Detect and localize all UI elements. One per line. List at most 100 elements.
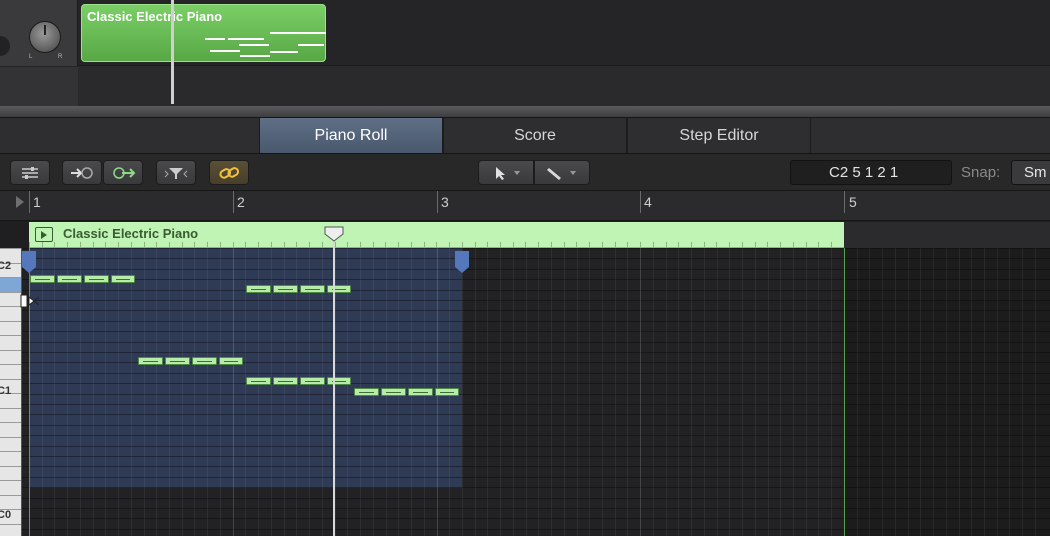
header-tick xyxy=(398,242,400,247)
header-tick xyxy=(461,242,463,247)
beat-line xyxy=(169,248,171,536)
tab-piano-roll[interactable]: Piano Roll xyxy=(259,118,443,153)
header-tick xyxy=(550,242,552,247)
midi-note[interactable] xyxy=(273,377,298,385)
beat-line xyxy=(691,248,693,536)
header-tick xyxy=(194,242,196,247)
midi-in-button[interactable] xyxy=(62,160,102,185)
midi-note[interactable] xyxy=(57,275,82,283)
header-tick xyxy=(105,242,107,247)
editor-toolbar: C2 5 1 2 1 Snap: Sm xyxy=(0,154,1050,191)
pencil-tool-menu[interactable] xyxy=(534,160,590,185)
header-tick xyxy=(678,242,680,247)
header-tick xyxy=(652,242,654,247)
mini-note xyxy=(270,51,298,53)
white-key-edge xyxy=(0,436,21,438)
track-playhead[interactable] xyxy=(171,0,174,104)
beat-line xyxy=(601,248,603,536)
midi-note[interactable] xyxy=(300,285,325,293)
editor-region-header[interactable]: Classic Electric Piano xyxy=(29,222,845,248)
midi-note[interactable] xyxy=(300,377,325,385)
midi-note[interactable] xyxy=(408,388,433,396)
white-key-edge xyxy=(0,465,21,467)
beat-line xyxy=(742,248,744,536)
header-tick xyxy=(207,242,209,247)
bar-ruler[interactable]: 1 2 3 4 5 xyxy=(0,191,1050,221)
header-tick xyxy=(410,242,412,247)
piano-keyboard[interactable]: C2 C1 C0 xyxy=(0,248,22,536)
note-grid[interactable] xyxy=(22,248,1050,536)
region-start-line xyxy=(29,248,30,536)
header-tick xyxy=(283,242,285,247)
tab-score[interactable]: Score xyxy=(443,118,627,153)
midi-note[interactable] xyxy=(273,285,298,293)
midi-note[interactable] xyxy=(246,377,271,385)
resize-cursor-icon xyxy=(20,294,40,308)
header-tick xyxy=(385,242,387,247)
beat-line xyxy=(907,248,909,536)
white-key-edge xyxy=(0,291,21,293)
header-tick xyxy=(67,242,69,247)
volume-knob[interactable] xyxy=(0,36,10,56)
header-tick xyxy=(118,242,120,247)
header-tick xyxy=(690,242,692,247)
header-tick xyxy=(54,242,56,247)
track-header-lower xyxy=(0,66,78,106)
beat-line xyxy=(945,248,947,536)
region-header-empty xyxy=(844,222,1050,248)
header-tick xyxy=(500,242,501,247)
playhead-line[interactable] xyxy=(333,226,335,536)
midi-note[interactable] xyxy=(192,357,217,365)
pane-divider[interactable] xyxy=(0,106,1050,118)
white-key-edge xyxy=(0,248,21,249)
midi-note[interactable] xyxy=(381,388,406,396)
key-label-c2: C2 xyxy=(0,260,12,272)
midi-note[interactable] xyxy=(435,388,459,396)
beat-line xyxy=(194,248,196,536)
midi-out-button[interactable] xyxy=(103,160,143,185)
beat-line xyxy=(118,248,120,536)
track-header: L R xyxy=(0,0,78,106)
filter-button[interactable] xyxy=(156,160,196,185)
white-key-edge xyxy=(0,349,21,351)
header-tick xyxy=(665,242,667,247)
header-tick xyxy=(805,242,807,247)
bar-tick xyxy=(233,191,234,213)
header-tick xyxy=(512,242,514,247)
white-key-edge xyxy=(0,480,21,481)
midi-note[interactable] xyxy=(30,275,55,283)
outside-region-area xyxy=(844,248,1050,536)
midi-note[interactable] xyxy=(246,285,271,293)
midi-note[interactable] xyxy=(354,388,379,396)
beat-line xyxy=(487,248,489,536)
header-tick xyxy=(347,242,349,247)
inspector-button[interactable] xyxy=(10,160,50,185)
mini-note xyxy=(210,50,240,52)
right-locator-flag-icon[interactable] xyxy=(455,251,469,273)
midi-note[interactable] xyxy=(327,377,351,385)
white-key-edge xyxy=(0,407,21,409)
playhead-handle-icon[interactable] xyxy=(323,226,345,242)
beat-line xyxy=(219,248,221,536)
pointer-tool-menu[interactable] xyxy=(478,160,534,185)
beat-line xyxy=(1022,248,1024,536)
white-key-edge xyxy=(0,335,21,336)
beat-line xyxy=(818,248,820,536)
left-locator-flag-icon[interactable] xyxy=(22,251,36,273)
snap-select[interactable]: Sm xyxy=(1011,160,1050,185)
midi-note[interactable] xyxy=(84,275,109,283)
midi-note[interactable] xyxy=(165,357,190,365)
position-display: C2 5 1 2 1 xyxy=(790,160,952,185)
link-button[interactable] xyxy=(209,160,249,185)
midi-note[interactable] xyxy=(219,357,243,365)
header-tick xyxy=(830,242,832,247)
tab-step-editor[interactable]: Step Editor xyxy=(627,118,811,153)
midi-note[interactable] xyxy=(138,357,163,365)
midi-region[interactable]: Classic Electric Piano xyxy=(81,4,326,62)
midi-note[interactable] xyxy=(111,275,135,283)
cycle-triangle-icon xyxy=(16,196,24,208)
pan-knob[interactable] xyxy=(29,21,61,53)
midi-note[interactable] xyxy=(327,285,351,293)
beat-line xyxy=(551,248,553,536)
key-label-c1: C1 xyxy=(0,385,12,397)
